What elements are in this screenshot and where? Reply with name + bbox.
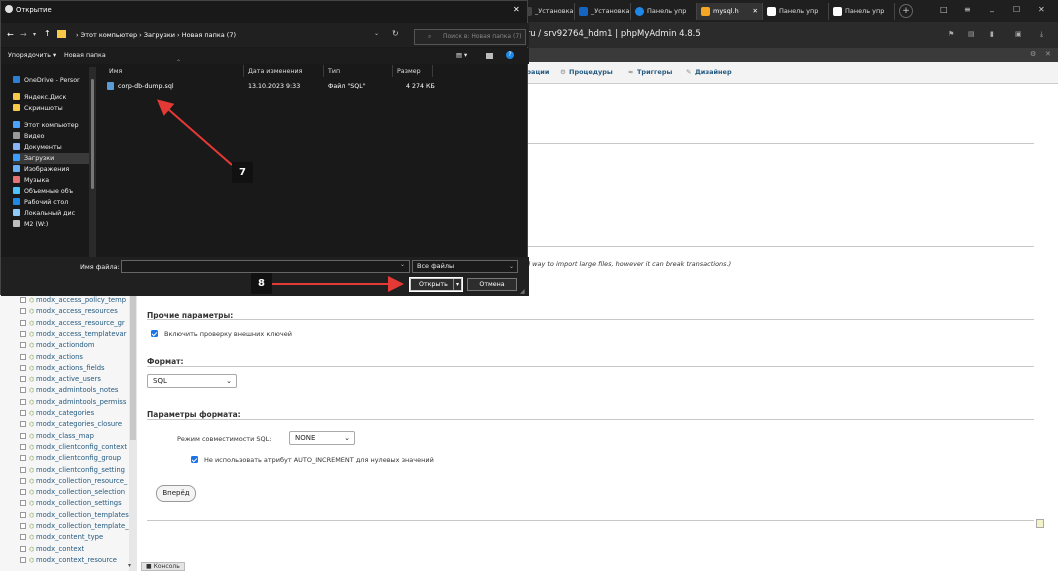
annotation-badge-7: 7 [232,162,253,183]
annotation-badge-8: 8 [251,273,272,294]
annotation-arrows [156,99,404,292]
annotation-arrow-7 [156,99,233,166]
